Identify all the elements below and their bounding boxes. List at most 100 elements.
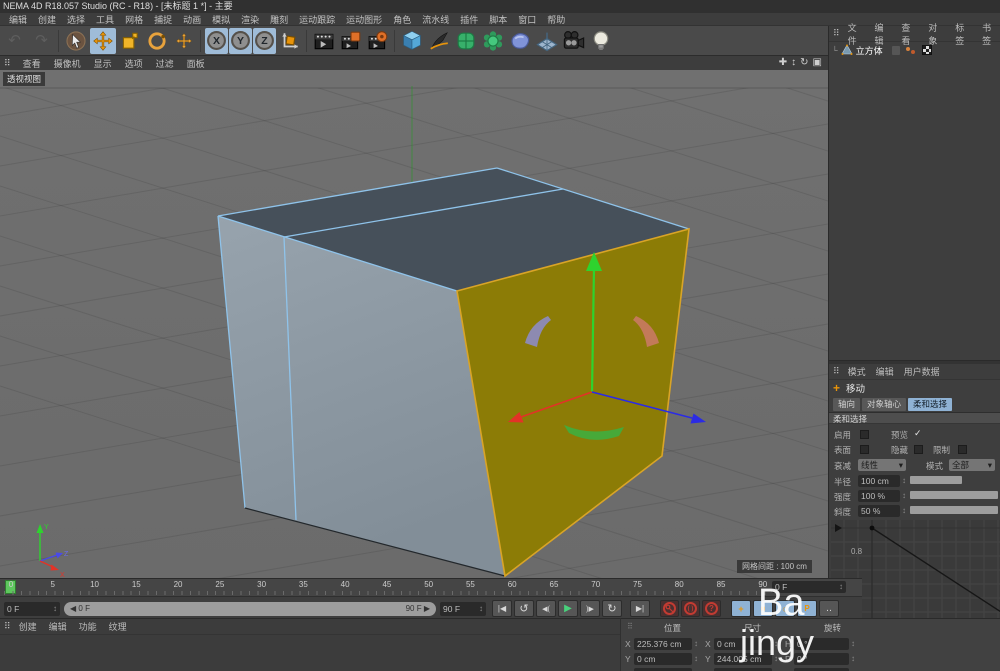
- field-spinner[interactable]: ↕: [774, 639, 778, 648]
- mat-menu-item[interactable]: 纹理: [109, 620, 127, 633]
- viewport-menu-item[interactable]: 查看: [23, 57, 41, 70]
- render-view-button[interactable]: [311, 28, 337, 54]
- add-deformer-button[interactable]: [480, 28, 506, 54]
- panel-grip-icon[interactable]: ⠿: [833, 366, 840, 377]
- viewport-menu-item[interactable]: 面板: [187, 57, 205, 70]
- field-spinner[interactable]: ↕: [694, 654, 698, 663]
- mode-dropdown[interactable]: 全部 ▾: [949, 459, 995, 471]
- menu-item[interactable]: 捕捉: [154, 13, 172, 26]
- hidden-checkbox[interactable]: [914, 445, 923, 454]
- frame-range-slider[interactable]: ◀ 0 F 90 F ▶: [64, 601, 436, 616]
- object-name[interactable]: 立方体: [856, 44, 883, 57]
- viewport-menu-item[interactable]: 摄像机: [54, 57, 81, 70]
- radius-slider[interactable]: [910, 476, 962, 484]
- menu-item[interactable]: 动画: [183, 13, 201, 26]
- field-spinner[interactable]: ↕: [851, 654, 855, 663]
- add-floor-button[interactable]: [534, 28, 560, 54]
- menu-item[interactable]: 角色: [393, 13, 411, 26]
- slope-spinner[interactable]: ↕: [902, 506, 906, 515]
- am-menu-item[interactable]: 编辑: [876, 365, 894, 378]
- zoom-view-icon[interactable]: ↕: [791, 58, 796, 68]
- falloff-dropdown[interactable]: 线性 ▾: [858, 459, 906, 471]
- size-value-field[interactable]: 244.005 cm: [714, 653, 772, 665]
- live-selection-button[interactable]: [63, 28, 89, 54]
- go-to-end-button[interactable]: ▶|: [630, 600, 650, 617]
- om-menu-item[interactable]: 书签: [982, 21, 1000, 47]
- menu-item[interactable]: 运动跟踪: [299, 13, 335, 26]
- menu-item[interactable]: 插件: [460, 13, 478, 26]
- mat-menu-item[interactable]: 编辑: [49, 620, 67, 633]
- rotation-value-field[interactable]: 0 °: [794, 653, 849, 665]
- ruler-frame-field[interactable]: 0 F ↕: [772, 581, 846, 593]
- mat-menu-item[interactable]: 创建: [19, 620, 37, 633]
- strength-spinner[interactable]: ↕: [902, 491, 906, 500]
- gizmo-z-arrowhead[interactable]: [690, 413, 707, 424]
- key-parameter-toggle[interactable]: P: [797, 600, 817, 617]
- add-cube-button[interactable]: [399, 28, 425, 54]
- field-spinner[interactable]: ↕: [694, 639, 698, 648]
- am-menu-item[interactable]: 模式: [848, 365, 866, 378]
- preview-checkbox-checked[interactable]: ✓: [914, 428, 922, 439]
- tab-soft-selection[interactable]: 柔和选择: [908, 397, 953, 411]
- menu-item[interactable]: 脚本: [489, 13, 507, 26]
- curve-point[interactable]: [869, 525, 875, 531]
- menu-item[interactable]: 选择: [67, 13, 85, 26]
- panel-grip-icon[interactable]: ⠿: [627, 622, 633, 631]
- restrict-checkbox[interactable]: [958, 445, 967, 454]
- mat-menu-item[interactable]: 功能: [79, 620, 97, 633]
- menu-item[interactable]: 编辑: [9, 13, 27, 26]
- render-picture-viewer-button[interactable]: [338, 28, 364, 54]
- field-spinner[interactable]: ↕: [774, 654, 778, 663]
- viewport-canvas[interactable]: Y Z X: [0, 56, 828, 578]
- next-key-button[interactable]: )▶: [580, 600, 600, 617]
- om-menu-item[interactable]: 标签: [955, 21, 973, 47]
- undo-button[interactable]: ↶: [2, 28, 28, 54]
- menu-item[interactable]: 帮助: [547, 13, 565, 26]
- section-header[interactable]: 柔和选择: [829, 412, 1000, 424]
- play-forwards-button[interactable]: ↻: [602, 600, 622, 617]
- display-tag-icon[interactable]: [921, 45, 932, 55]
- keyframe-selection-button[interactable]: ?: [702, 600, 721, 617]
- viewport-menu-item[interactable]: 显示: [94, 57, 112, 70]
- menu-item[interactable]: 模拟: [212, 13, 230, 26]
- add-spline-button[interactable]: [426, 28, 452, 54]
- strength-field[interactable]: 100 %: [858, 490, 900, 502]
- menu-item[interactable]: 网格: [125, 13, 143, 26]
- om-menu-item[interactable]: 查看: [901, 21, 919, 47]
- key-scale-toggle[interactable]: ■: [753, 600, 773, 617]
- slope-field[interactable]: 50 %: [858, 505, 900, 517]
- move-tool-button[interactable]: [89, 27, 116, 54]
- redo-button[interactable]: ↷: [29, 28, 55, 54]
- object-enable-toggle[interactable]: [891, 45, 900, 55]
- tab-object-axis[interactable]: 对象轴心: [862, 397, 907, 411]
- rotation-value-field[interactable]: 0 °: [794, 638, 849, 650]
- menu-item[interactable]: 渲染: [241, 13, 259, 26]
- current-frame-field[interactable]: 0 F ↕: [4, 601, 60, 616]
- play-backwards-button[interactable]: ↺: [514, 600, 534, 617]
- add-subdivision-surface-button[interactable]: [453, 28, 479, 54]
- om-menu-item[interactable]: 对象: [928, 21, 946, 47]
- menu-item[interactable]: 创建: [38, 13, 56, 26]
- menu-item[interactable]: 工具: [96, 13, 114, 26]
- toggle-view-icon[interactable]: ▣: [813, 58, 822, 68]
- coordinate-system-button[interactable]: [277, 28, 303, 54]
- record-keyframe-button[interactable]: [660, 600, 679, 617]
- lock-x-axis-button[interactable]: X: [204, 27, 228, 54]
- end-frame-field[interactable]: 90 F ↕: [440, 601, 486, 616]
- size-value-field[interactable]: 0 cm: [714, 638, 772, 650]
- enable-checkbox[interactable]: [860, 430, 869, 439]
- menu-item[interactable]: 流水线: [422, 13, 449, 26]
- slope-slider[interactable]: [910, 506, 998, 514]
- radius-spinner[interactable]: ↕: [902, 476, 906, 485]
- viewport-menu-item[interactable]: 选项: [125, 57, 143, 70]
- strength-slider[interactable]: [910, 491, 998, 499]
- menu-item[interactable]: 雕刻: [270, 13, 288, 26]
- surface-checkbox[interactable]: [860, 445, 869, 454]
- rotate-view-icon[interactable]: ↻: [800, 58, 808, 68]
- panel-grip-icon[interactable]: ⠿: [4, 58, 11, 69]
- add-environment-button[interactable]: [507, 28, 533, 54]
- add-camera-button[interactable]: [561, 28, 587, 54]
- scale-tool-button[interactable]: [117, 28, 143, 54]
- rotate-tool-button[interactable]: [144, 28, 170, 54]
- add-light-button[interactable]: [588, 28, 614, 54]
